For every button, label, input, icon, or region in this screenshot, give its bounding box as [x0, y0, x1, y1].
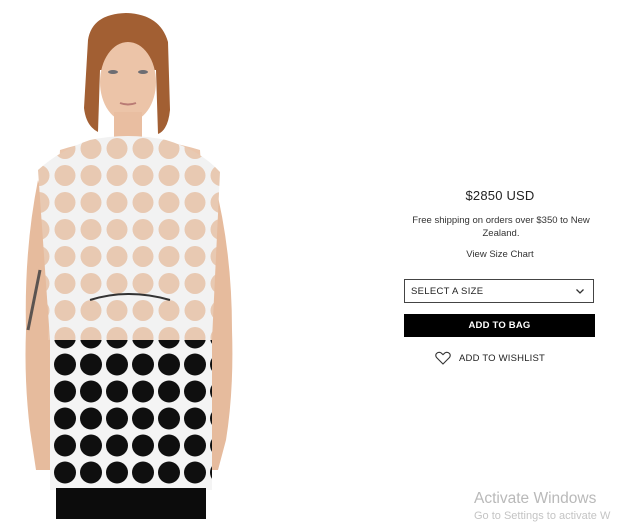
product-photo[interactable]	[0, 0, 270, 519]
product-price: $2850 USD	[465, 188, 535, 203]
shipping-note: Free shipping on orders over $350 to New…	[412, 215, 590, 239]
add-to-wishlist-label: ADD TO WISHLIST	[459, 352, 546, 364]
heart-icon	[435, 351, 451, 365]
activate-windows-title: Activate Windows	[474, 490, 597, 507]
activate-windows-subtitle: Go to Settings to activate W	[474, 510, 611, 522]
add-to-wishlist-button[interactable]: ADD TO WISHLIST	[435, 350, 545, 366]
add-to-bag-button[interactable]: ADD TO BAG	[404, 314, 595, 337]
view-size-chart-link[interactable]: View Size Chart	[395, 249, 605, 260]
size-select-label: SELECT A SIZE	[411, 286, 484, 297]
chevron-down-icon	[576, 289, 584, 294]
size-select-dropdown[interactable]: SELECT A SIZE	[404, 279, 594, 303]
product-photo-drawing	[25, 13, 233, 519]
